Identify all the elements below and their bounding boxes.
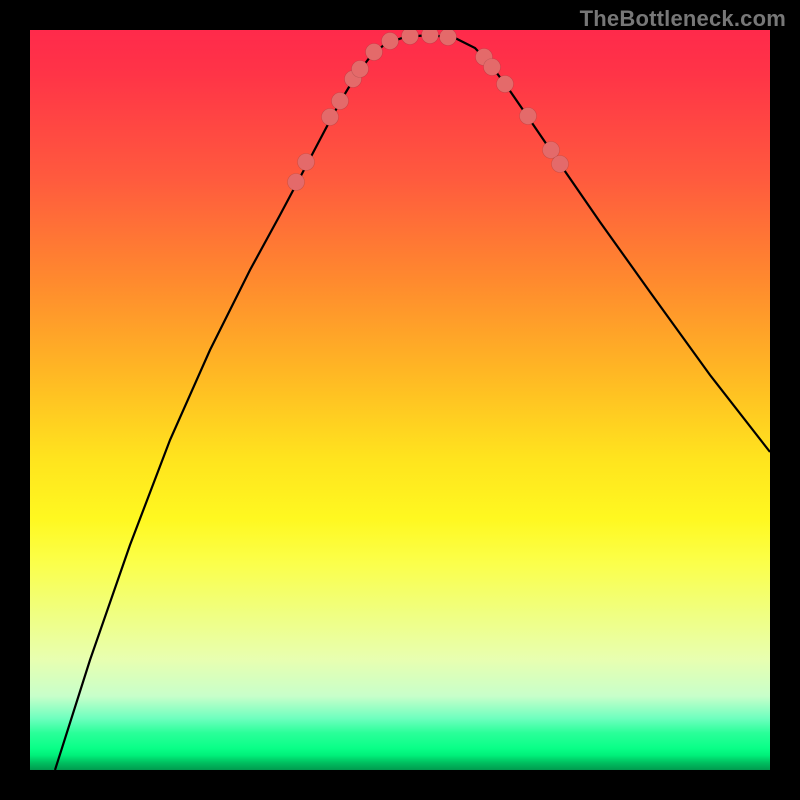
bottleneck-curve bbox=[55, 35, 770, 770]
curve-marker bbox=[552, 156, 569, 173]
curve-marker bbox=[520, 108, 537, 125]
curve-marker bbox=[484, 59, 501, 76]
curve-marker bbox=[382, 33, 399, 50]
chart-frame: TheBottleneck.com bbox=[0, 0, 800, 800]
marker-group bbox=[288, 30, 569, 191]
watermark-label: TheBottleneck.com bbox=[580, 6, 786, 32]
chart-overlay bbox=[30, 30, 770, 770]
curve-marker bbox=[440, 30, 457, 46]
plot-area bbox=[30, 30, 770, 770]
curve-marker bbox=[366, 44, 383, 61]
curve-marker bbox=[497, 76, 514, 93]
curve-marker bbox=[352, 61, 369, 78]
curve-marker bbox=[288, 174, 305, 191]
curve-marker bbox=[402, 30, 419, 45]
curve-marker bbox=[332, 93, 349, 110]
curve-marker bbox=[298, 154, 315, 171]
curve-marker bbox=[422, 30, 439, 44]
curve-marker bbox=[322, 109, 339, 126]
